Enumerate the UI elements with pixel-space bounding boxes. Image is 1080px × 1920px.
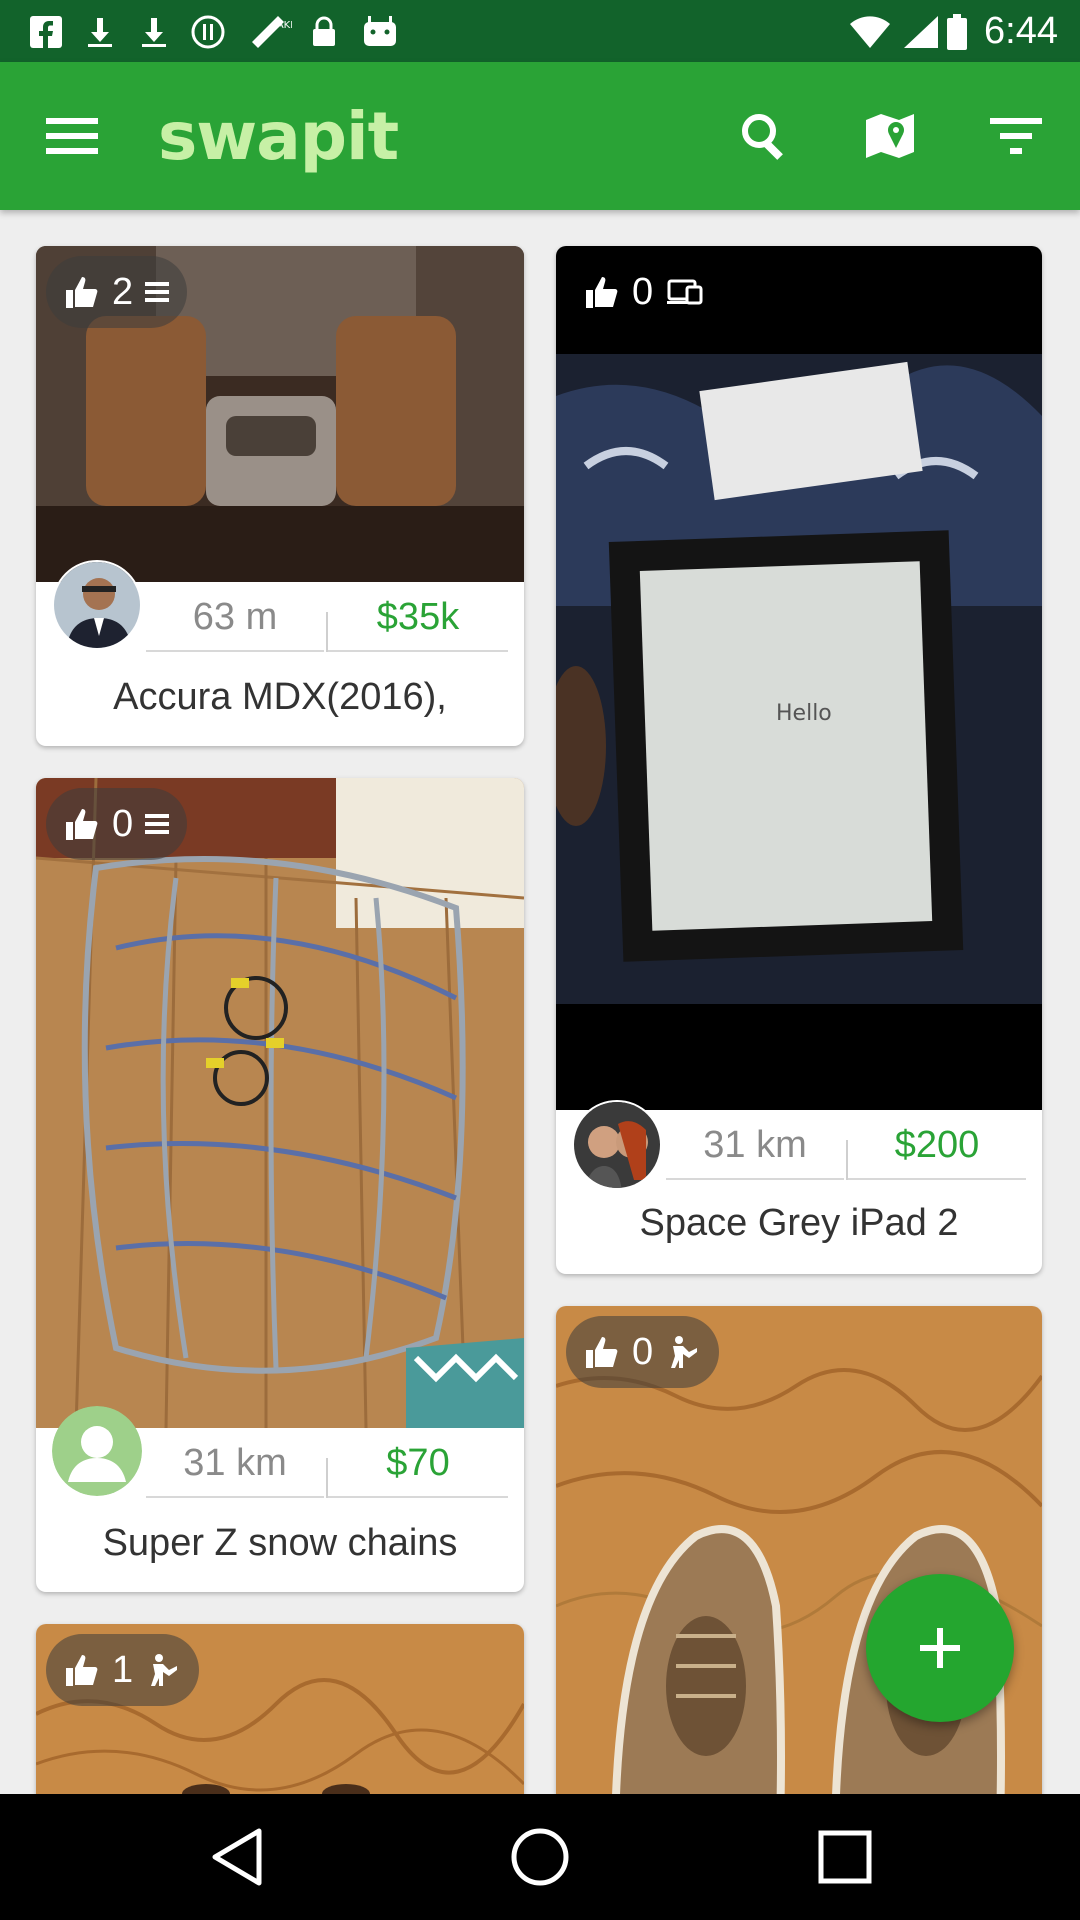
thumbs-up-icon [586,1337,618,1368]
likes-count: 0 [632,1330,654,1373]
fake-gps-icon: FAKE [252,16,292,48]
listing-card[interactable]: Hello 0 31 km $200 Space Grey iPad 2 [556,246,1042,1274]
search-button[interactable] [720,92,808,180]
listing-meta: 31 km $200 [556,1100,1042,1196]
app-logo: swapit [158,98,399,175]
ipad-screen-text: Hello [776,701,832,726]
download-icon [142,18,166,47]
map-icon [866,114,914,158]
listing-distance: 31 km [146,1442,324,1498]
back-button[interactable] [202,1822,272,1892]
lock-icon [313,16,335,46]
listing-card[interactable]: 0 31 km $70 Super Z snow chains [36,778,524,1592]
list-icon [145,282,170,302]
svg-text:FAKE: FAKE [272,20,292,31]
listing-price: $70 [328,1442,508,1498]
electronics-icon [667,279,703,305]
listing-photo [36,778,524,1428]
map-button[interactable] [846,92,934,180]
app-bar: swapit [0,62,1080,210]
listing-card[interactable]: 2 63 m $35k Accura MDX(2016), [36,246,524,746]
wifi-icon [850,16,890,48]
likes-badge[interactable]: 0 [46,788,188,860]
clothing-icon [151,1654,178,1686]
listing-price: $35k [328,596,508,652]
filter-icon [990,118,1042,154]
likes-badge[interactable]: 1 [46,1634,200,1706]
recents-button[interactable] [810,1822,880,1892]
listing-distance: 31 km [666,1124,844,1180]
listing-distance: 63 m [146,596,324,652]
filter-button[interactable] [972,92,1060,180]
listing-title: Super Z snow chains [102,1522,458,1564]
likes-badge[interactable]: 0 [566,1316,720,1388]
clothing-icon [671,1336,698,1368]
download-icon [88,18,112,47]
thumbs-up-icon [66,809,98,840]
listing-title: Accura MDX(2016), [113,676,447,718]
back-icon [212,1828,262,1886]
listing-meta: 63 m $35k [36,560,524,668]
likes-count: 0 [112,802,134,845]
listing-photo: Hello [556,246,1042,1110]
likes-badge[interactable]: 2 [46,256,188,328]
signal-icon [904,16,938,48]
search-icon [742,114,783,160]
battery-icon [947,14,967,50]
recents-icon [818,1830,872,1884]
likes-badge[interactable]: 0 [566,256,723,328]
thumbs-up-icon [586,277,618,308]
thumbs-up-icon [66,1655,98,1686]
home-button[interactable] [505,1822,575,1892]
listing-title: Space Grey iPad 2 [639,1202,959,1244]
avatar-placeholder-icon[interactable] [52,1406,142,1496]
status-bar: FAKE 6:44 [0,0,1080,62]
sync-icon [191,15,225,49]
avatar[interactable] [572,1100,662,1190]
system-nav-bar [0,1794,1080,1920]
likes-count: 1 [112,1648,134,1691]
listing-card[interactable]: 0 [556,1306,1042,1794]
listing-price: $200 [848,1124,1026,1180]
listing-meta: 31 km $70 [36,1406,524,1514]
facebook-icon [30,16,62,48]
menu-icon [46,118,98,154]
list-icon [145,814,170,834]
thumbs-up-icon [66,277,98,308]
likes-count: 2 [112,270,134,313]
listing-feed[interactable]: 2 63 m $35k Accura MDX(2016), Hello 0 31… [0,210,1080,1794]
menu-button[interactable] [28,92,116,180]
add-listing-button[interactable] [866,1574,1014,1722]
likes-count: 0 [632,270,654,313]
plus-icon [920,1628,960,1668]
listing-card[interactable]: 1 [36,1624,524,1794]
android-icon [364,16,396,46]
home-icon [511,1828,569,1886]
status-time: 6:44 [984,10,1058,52]
avatar[interactable] [52,560,142,650]
